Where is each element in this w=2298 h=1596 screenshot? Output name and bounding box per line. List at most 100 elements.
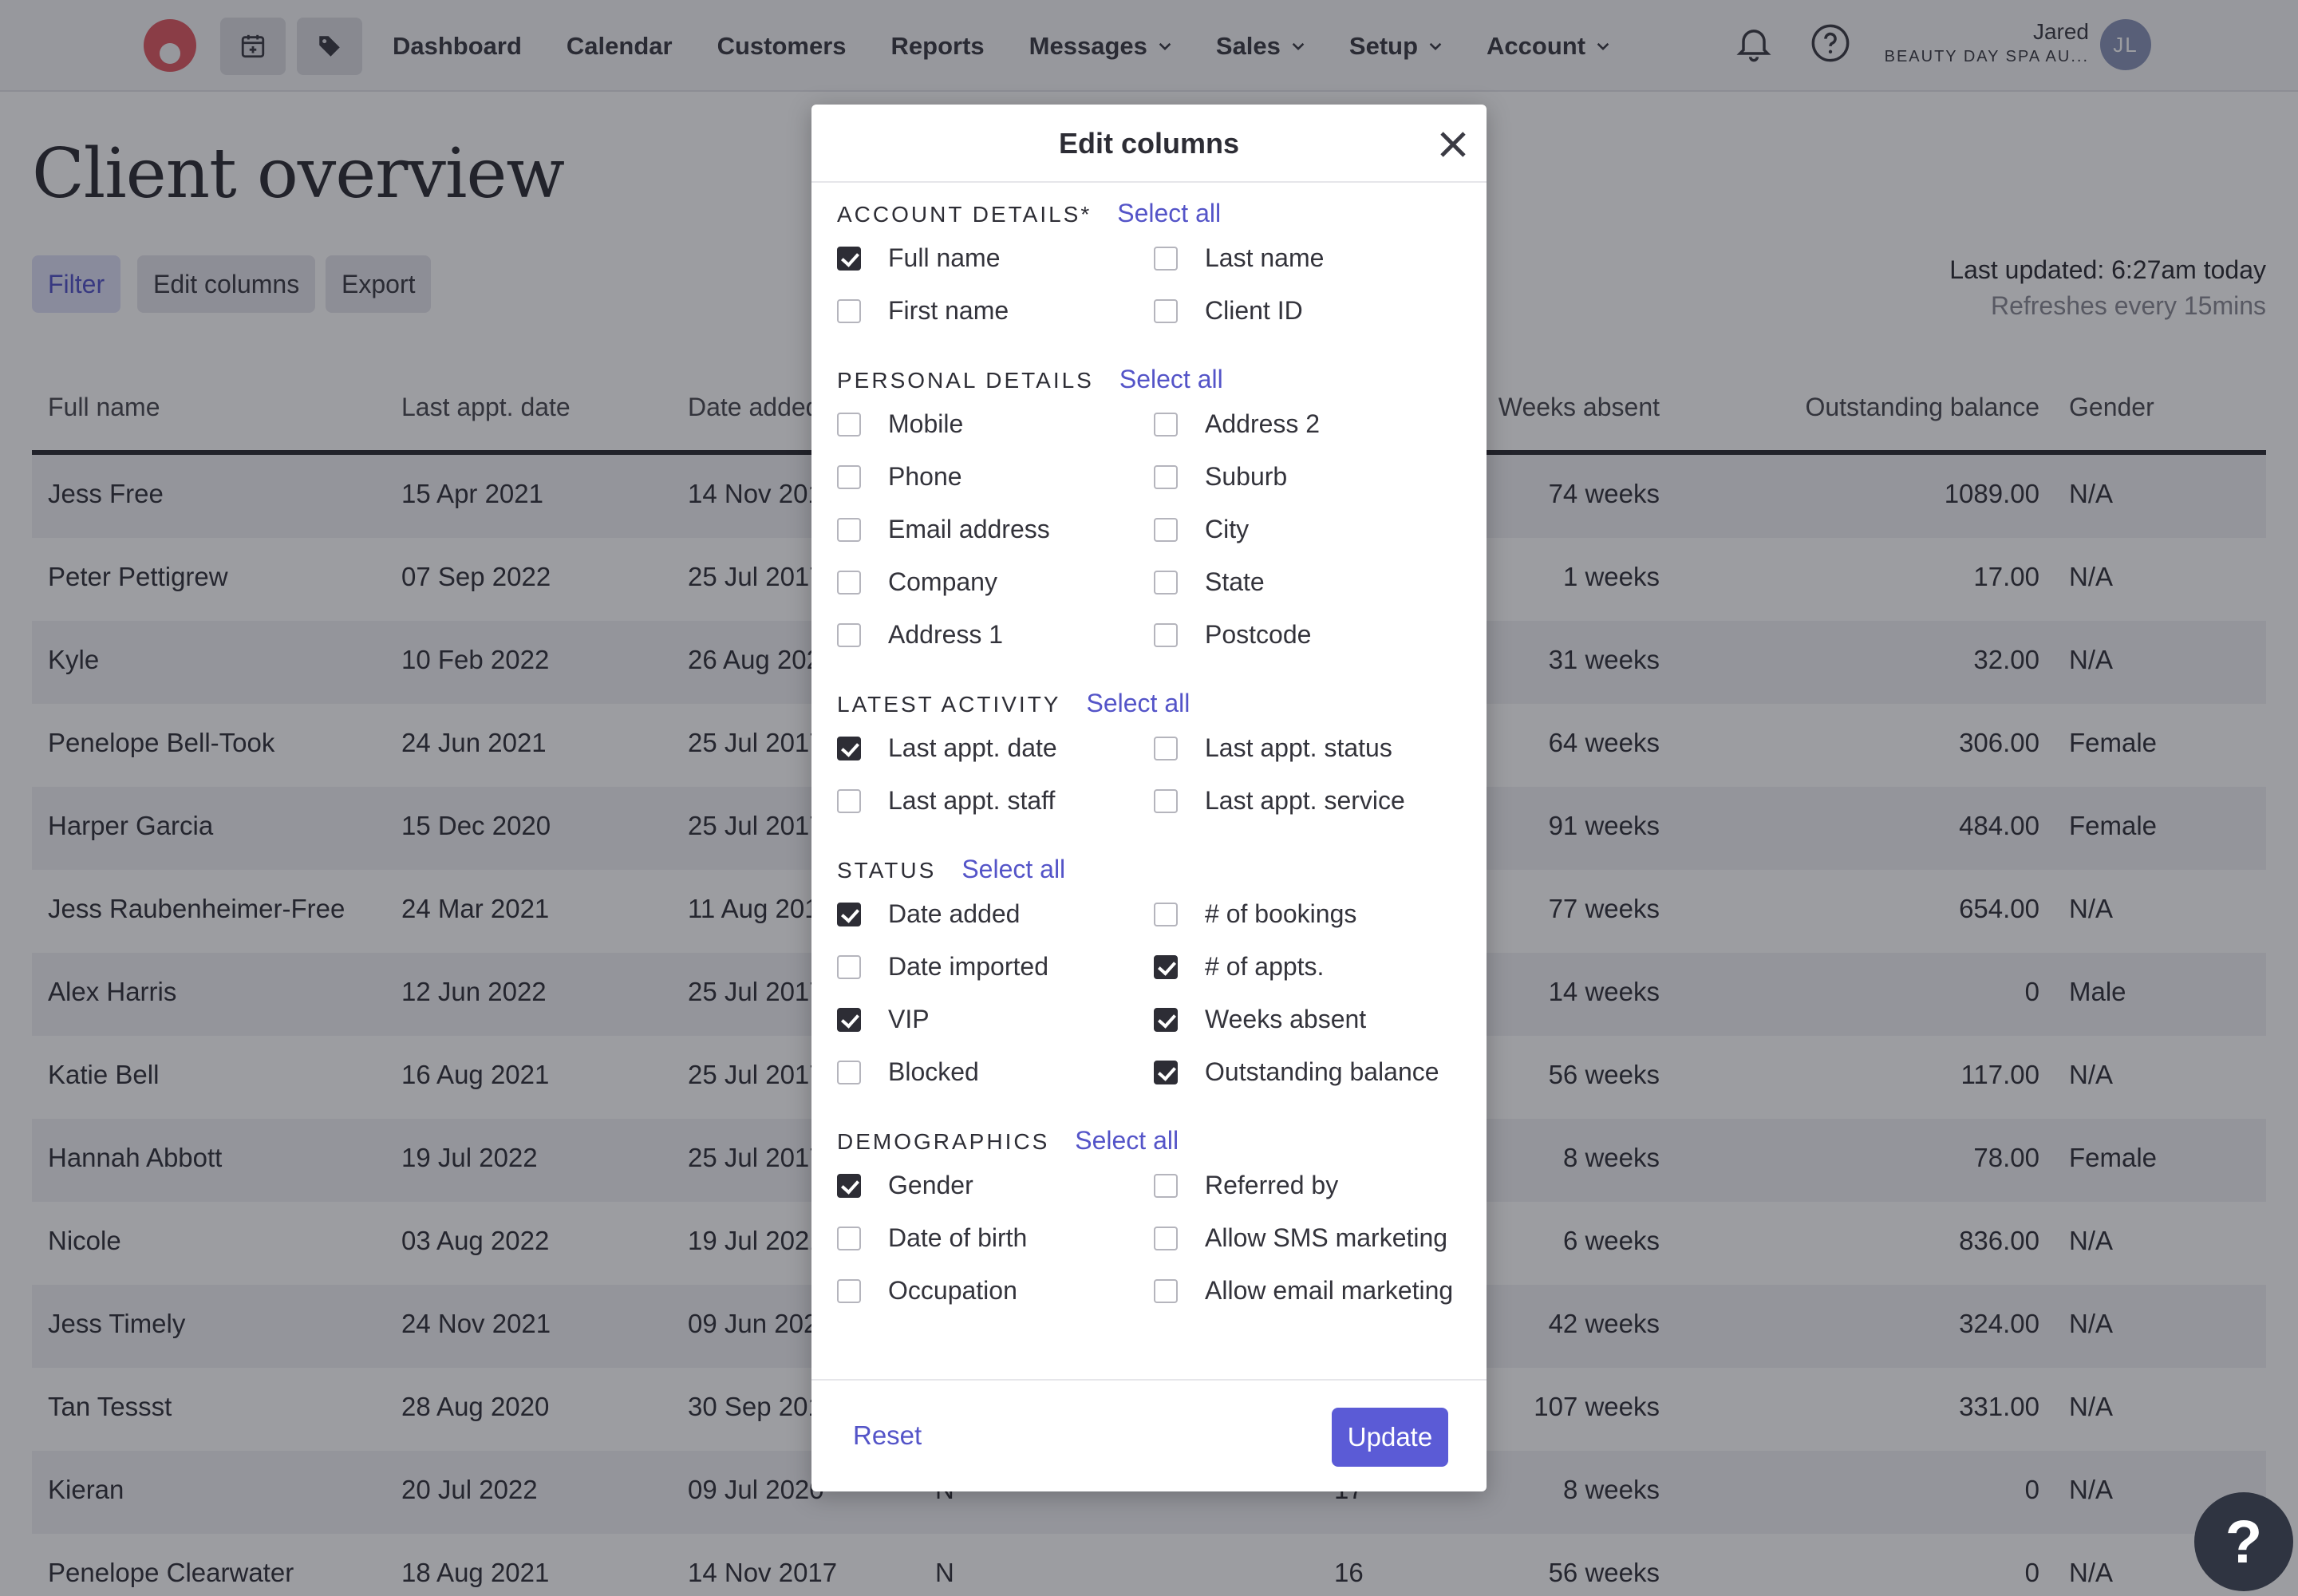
checkbox-checked[interactable]	[837, 1007, 861, 1032]
option-label: Address 1	[888, 620, 1004, 649]
option-vip[interactable]: VIP	[837, 1005, 930, 1034]
option-mobile[interactable]: Mobile	[837, 409, 963, 439]
option-allow-email-marketing[interactable]: Allow email marketing	[1154, 1276, 1453, 1306]
option-last-appt-service[interactable]: Last appt. service	[1154, 786, 1405, 816]
checkbox-unchecked[interactable]	[837, 464, 861, 489]
update-button[interactable]: Update	[1332, 1408, 1448, 1467]
option-label: Weeks absent	[1205, 1005, 1367, 1033]
option-full-name[interactable]: Full name	[837, 243, 1001, 273]
option-of-bookings[interactable]: # of bookings	[1154, 899, 1356, 929]
checkbox-checked[interactable]	[1154, 1007, 1178, 1032]
option-label: Client ID	[1205, 296, 1303, 325]
option-outstanding-balance[interactable]: Outstanding balance	[1154, 1057, 1439, 1087]
option-company[interactable]: Company	[837, 567, 997, 597]
checkbox-unchecked[interactable]	[837, 622, 861, 647]
checkbox-unchecked[interactable]	[837, 1060, 861, 1084]
checkbox-unchecked[interactable]	[837, 1226, 861, 1250]
option-label: Email address	[888, 515, 1050, 543]
checkbox-checked[interactable]	[837, 1173, 861, 1198]
option-phone[interactable]: Phone	[837, 462, 962, 492]
section-header: LATEST ACTIVITY Select all	[837, 689, 1190, 718]
option-label: Date added	[888, 899, 1021, 928]
checkbox-unchecked[interactable]	[1154, 622, 1178, 647]
checkbox-unchecked[interactable]	[1154, 788, 1178, 813]
select-all-link[interactable]: Select all	[961, 855, 1065, 884]
checkbox-unchecked[interactable]	[1154, 1173, 1178, 1198]
option-referred-by[interactable]: Referred by	[1154, 1171, 1338, 1200]
option-allow-sms-marketing[interactable]: Allow SMS marketing	[1154, 1223, 1447, 1253]
checkbox-unchecked[interactable]	[1154, 736, 1178, 760]
option-label: Full name	[888, 243, 1001, 272]
dialog-header: Edit columns	[811, 105, 1487, 183]
checkbox-checked[interactable]	[1154, 1060, 1178, 1084]
checkbox-unchecked[interactable]	[1154, 902, 1178, 926]
select-all-link[interactable]: Select all	[1075, 1126, 1179, 1156]
option-client-id[interactable]: Client ID	[1154, 296, 1303, 326]
option-label: Postcode	[1205, 620, 1312, 649]
option-label: Outstanding balance	[1205, 1057, 1439, 1086]
section-title: PERSONAL DETAILS	[837, 368, 1094, 393]
checkbox-unchecked[interactable]	[1154, 570, 1178, 595]
option-blocked[interactable]: Blocked	[837, 1057, 979, 1087]
option-state[interactable]: State	[1154, 567, 1265, 597]
option-last-appt-staff[interactable]: Last appt. staff	[837, 786, 1055, 816]
close-icon[interactable]	[1437, 128, 1469, 160]
checkbox-checked[interactable]	[1154, 954, 1178, 979]
checkbox-unchecked[interactable]	[1154, 246, 1178, 271]
option-occupation[interactable]: Occupation	[837, 1276, 1017, 1306]
option-label: Last name	[1205, 243, 1325, 272]
option-first-name[interactable]: First name	[837, 296, 1009, 326]
section-header: ACCOUNT DETAILS* Select all	[837, 199, 1221, 228]
option-date-imported[interactable]: Date imported	[837, 952, 1048, 982]
option-label: # of appts.	[1205, 952, 1325, 981]
edit-columns-dialog: Edit columns ACCOUNT DETAILS* Select all F…	[811, 105, 1487, 1491]
option-weeks-absent[interactable]: Weeks absent	[1154, 1005, 1366, 1034]
checkbox-unchecked[interactable]	[837, 412, 861, 437]
option-last-name[interactable]: Last name	[1154, 243, 1324, 273]
checkbox-checked[interactable]	[837, 902, 861, 926]
select-all-link[interactable]: Select all	[1086, 689, 1190, 718]
checkbox-checked[interactable]	[837, 246, 861, 271]
checkbox-unchecked[interactable]	[1154, 412, 1178, 437]
checkbox-unchecked[interactable]	[837, 788, 861, 813]
checkbox-unchecked[interactable]	[837, 570, 861, 595]
checkbox-unchecked[interactable]	[1154, 517, 1178, 542]
checkbox-unchecked[interactable]	[837, 1278, 861, 1303]
section-title: DEMOGRAPHICS	[837, 1129, 1050, 1154]
checkbox-unchecked[interactable]	[837, 954, 861, 979]
option-label: Occupation	[888, 1276, 1017, 1305]
option-label: Blocked	[888, 1057, 979, 1086]
option-label: State	[1205, 567, 1265, 596]
option-of-appts[interactable]: # of appts.	[1154, 952, 1324, 982]
option-label: Allow email marketing	[1205, 1276, 1454, 1305]
checkbox-unchecked[interactable]	[1154, 1226, 1178, 1250]
select-all-link[interactable]: Select all	[1117, 199, 1221, 228]
option-last-appt-status[interactable]: Last appt. status	[1154, 733, 1392, 763]
option-label: First name	[888, 296, 1009, 325]
option-address-2[interactable]: Address 2	[1154, 409, 1320, 439]
option-label: # of bookings	[1205, 899, 1357, 928]
option-gender[interactable]: Gender	[837, 1171, 973, 1200]
section-header: STATUS Select all	[837, 855, 1065, 884]
checkbox-checked[interactable]	[837, 736, 861, 760]
option-date-of-birth[interactable]: Date of birth	[837, 1223, 1027, 1253]
checkbox-unchecked[interactable]	[837, 517, 861, 542]
checkbox-unchecked[interactable]	[1154, 1278, 1178, 1303]
option-email-address[interactable]: Email address	[837, 515, 1050, 544]
reset-button[interactable]: Reset	[853, 1420, 922, 1451]
option-last-appt-date[interactable]: Last appt. date	[837, 733, 1057, 763]
option-label: Date of birth	[888, 1223, 1028, 1252]
checkbox-unchecked[interactable]	[1154, 298, 1178, 323]
checkbox-unchecked[interactable]	[837, 298, 861, 323]
option-date-added[interactable]: Date added	[837, 899, 1020, 929]
help-chat-button[interactable]: ?	[2194, 1492, 2293, 1591]
option-city[interactable]: City	[1154, 515, 1249, 544]
select-all-link[interactable]: Select all	[1119, 365, 1223, 394]
option-address-1[interactable]: Address 1	[837, 620, 1003, 650]
option-label: City	[1205, 515, 1250, 543]
checkbox-unchecked[interactable]	[1154, 464, 1178, 489]
option-label: Date imported	[888, 952, 1048, 981]
option-suburb[interactable]: Suburb	[1154, 462, 1287, 492]
section-header: DEMOGRAPHICS Select all	[837, 1126, 1179, 1156]
option-postcode[interactable]: Postcode	[1154, 620, 1311, 650]
